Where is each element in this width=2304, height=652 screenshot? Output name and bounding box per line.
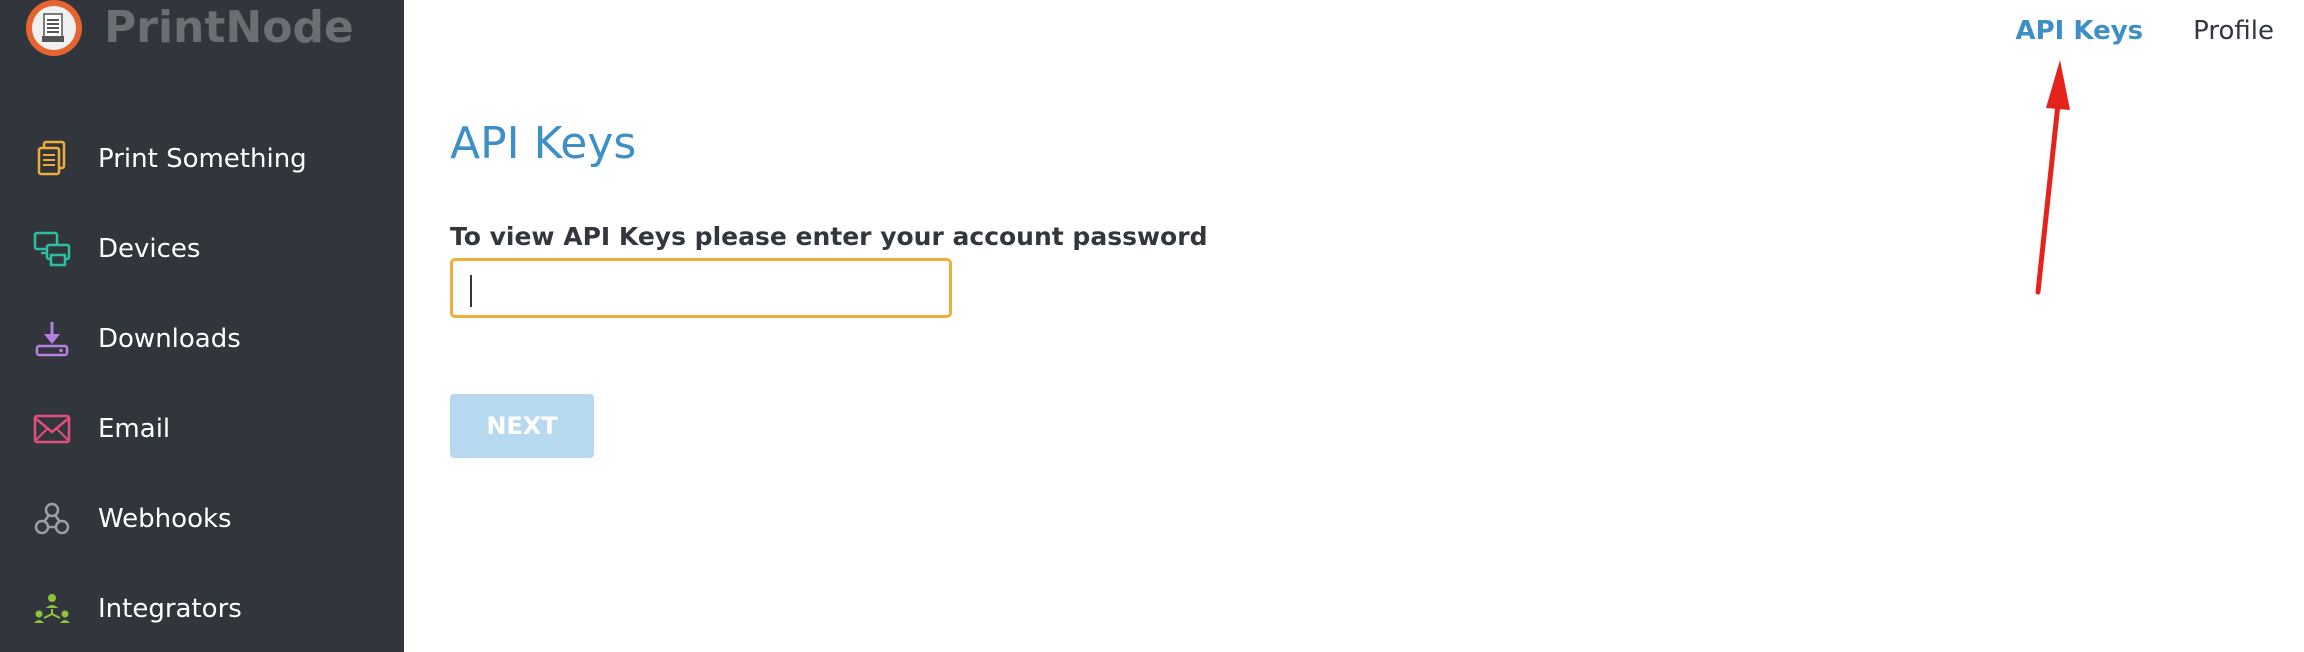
sidebar-nav: Print Something Devices Downloads Email … — [0, 114, 404, 652]
text-caret — [470, 275, 472, 307]
printer-document-icon — [26, 0, 82, 56]
sidebar-item-devices[interactable]: Devices — [0, 204, 404, 294]
brand-name: PrintNode — [104, 1, 354, 53]
sidebar: PrintNode Print Something Devices Downlo… — [0, 0, 404, 652]
sidebar-item-label: Devices — [98, 234, 201, 264]
sidebar-item-integrators[interactable]: Integrators — [0, 564, 404, 652]
top-nav: API Keys Profile — [2016, 16, 2275, 46]
sidebar-item-print-something[interactable]: Print Something — [0, 114, 404, 204]
password-field[interactable] — [450, 258, 952, 318]
sidebar-item-label: Email — [98, 414, 171, 444]
app-root: PrintNode Print Something Devices Downlo… — [0, 0, 2304, 652]
devices-icon — [32, 229, 72, 269]
next-button[interactable]: NEXT — [450, 394, 594, 458]
envelope-icon — [32, 409, 72, 449]
document-icon — [32, 139, 72, 179]
sidebar-item-label: Print Something — [98, 144, 307, 174]
topnav-profile-link[interactable]: Profile — [2193, 16, 2274, 46]
password-label: To view API Keys please enter your accou… — [450, 222, 1208, 251]
webhooks-icon — [32, 499, 72, 539]
sidebar-item-label: Downloads — [98, 324, 241, 354]
integrators-icon — [32, 589, 72, 629]
sidebar-item-downloads[interactable]: Downloads — [0, 294, 404, 384]
brand[interactable]: PrintNode — [26, 0, 354, 64]
download-icon — [32, 319, 72, 359]
page-title: API Keys — [450, 118, 637, 169]
sidebar-item-label: Webhooks — [98, 504, 232, 534]
topnav-api-keys-link[interactable]: API Keys — [2016, 16, 2144, 46]
sidebar-item-webhooks[interactable]: Webhooks — [0, 474, 404, 564]
sidebar-item-label: Integrators — [98, 594, 242, 624]
sidebar-item-email[interactable]: Email — [0, 384, 404, 474]
